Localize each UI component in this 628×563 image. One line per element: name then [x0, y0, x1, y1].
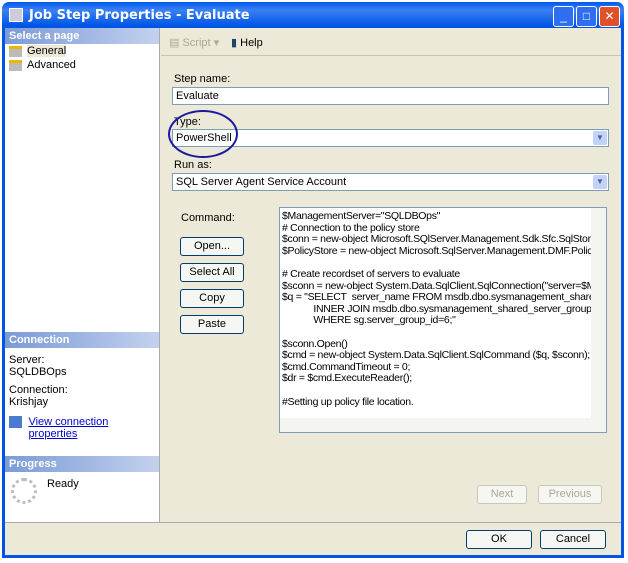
page-icon	[9, 45, 22, 57]
minimize-button[interactable]: _	[553, 6, 574, 27]
vertical-scrollbar[interactable]	[591, 208, 606, 419]
window-title: Job Step Properties - Evaluate	[29, 7, 250, 23]
command-textarea[interactable]: $ManagementServer="SQLDBOps" # Connectio…	[279, 207, 607, 433]
page-general[interactable]: General	[5, 44, 159, 58]
script-button[interactable]: ▤ Script ▾	[169, 36, 219, 49]
highlight-ellipse	[168, 110, 238, 158]
open-button[interactable]: Open...	[180, 237, 244, 256]
step-name-input[interactable]: Evaluate	[172, 87, 609, 105]
page-icon	[9, 59, 22, 71]
connection-header: Connection	[5, 332, 159, 348]
progress-status: Ready	[47, 478, 79, 490]
cancel-button[interactable]: Cancel	[540, 530, 606, 549]
previous-button[interactable]: Previous	[538, 485, 602, 504]
title-bar: Job Step Properties - Evaluate	[5, 2, 621, 28]
left-pane: Select a page General Advanced Connectio…	[5, 28, 160, 522]
dialog-window: Job Step Properties - Evaluate _ □ ✕ Sel…	[2, 2, 624, 558]
ok-button[interactable]: OK	[466, 530, 532, 549]
progress-header: Progress	[5, 456, 159, 472]
command-label: Command:	[181, 212, 235, 224]
footer-divider	[5, 522, 621, 523]
connection-label: Connection:	[9, 384, 68, 396]
close-button[interactable]: ✕	[599, 6, 620, 27]
progress-spinner-icon	[11, 478, 37, 504]
horizontal-scrollbar[interactable]	[280, 418, 606, 432]
toolbar: ▤ Script ▾ ▮ Help	[161, 28, 621, 56]
paste-button[interactable]: Paste	[180, 315, 244, 334]
connection-icon	[9, 416, 23, 428]
select-page-header: Select a page	[5, 28, 159, 44]
connection-value: Krishjay	[9, 396, 49, 408]
page-advanced[interactable]: Advanced	[5, 58, 159, 72]
chevron-down-icon: ▼	[593, 131, 607, 145]
app-icon	[9, 8, 23, 22]
server-value: SQLDBOps	[9, 366, 67, 378]
help-button[interactable]: ▮ Help	[231, 36, 263, 49]
maximize-button[interactable]: □	[576, 6, 597, 27]
run-as-label: Run as:	[174, 159, 212, 171]
copy-button[interactable]: Copy	[180, 289, 244, 308]
next-button[interactable]: Next	[477, 485, 527, 504]
view-connection-properties-link[interactable]: View connection properties	[28, 416, 155, 440]
server-label: Server:	[9, 354, 45, 366]
run-as-select[interactable]: SQL Server Agent Service Account ▼	[172, 173, 609, 191]
select-all-button[interactable]: Select All	[180, 263, 244, 282]
help-icon: ▮	[231, 37, 238, 49]
step-name-label: Step name:	[174, 73, 231, 85]
chevron-down-icon: ▼	[593, 175, 607, 189]
